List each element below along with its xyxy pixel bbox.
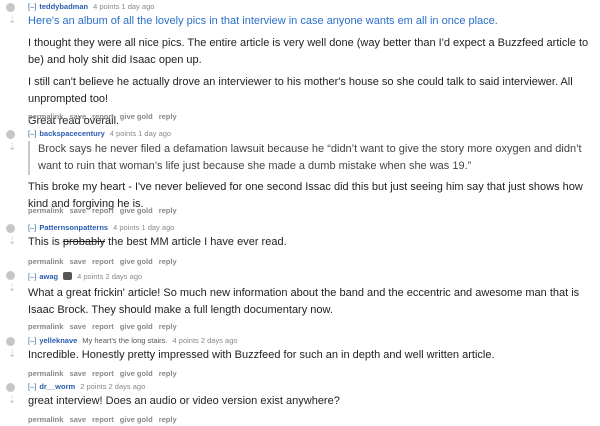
comment-paragraph: I thought they were all nice pics. The e… [28, 37, 589, 66]
vote-arrows[interactable]: ⇣ [6, 271, 18, 294]
report-button[interactable]: report [92, 112, 114, 121]
upvote-icon[interactable] [6, 337, 15, 346]
downvote-icon[interactable]: ⇣ [8, 237, 16, 247]
upvote-icon[interactable] [6, 383, 15, 392]
collapse-toggle[interactable]: [–] [28, 129, 36, 138]
report-button[interactable]: report [92, 257, 114, 266]
downvote-icon[interactable]: ⇣ [8, 284, 16, 294]
comment-paragraph: What a great frickin' article! So much n… [28, 287, 580, 316]
collapse-toggle[interactable]: [–] [28, 272, 36, 281]
collapse-toggle[interactable]: [–] [28, 2, 36, 11]
comment-meta: 4 points 1 day ago [93, 2, 155, 11]
report-button[interactable]: report [92, 322, 114, 331]
comment-tagline: [–] dr__worm 2 points 2 days ago [28, 382, 145, 392]
upvote-icon[interactable] [6, 224, 15, 233]
give-gold-button[interactable]: give gold [120, 112, 153, 121]
comment-body: Incredible. Honestly pretty impressed wi… [28, 347, 596, 364]
upvote-icon[interactable] [6, 130, 15, 139]
upvote-icon[interactable] [6, 271, 15, 280]
collapse-toggle[interactable]: [–] [28, 382, 36, 391]
comment-tagline: [–] teddybadman 4 points 1 day ago [28, 2, 154, 12]
reply-button[interactable]: reply [159, 206, 177, 215]
comment-tagline: [–] backspacecentury 4 points 1 day ago [28, 129, 171, 139]
comment-tagline: [–] Patternsonpatterns 4 points 1 day ago [28, 223, 174, 233]
comment-meta: 2 points 2 days ago [80, 382, 146, 391]
reply-button[interactable]: reply [159, 112, 177, 121]
comment-buttons: permalink save report give gold reply [28, 369, 183, 379]
comment-paragraph: Incredible. Honestly pretty impressed wi… [28, 349, 495, 361]
permalink-button[interactable]: permalink [28, 206, 63, 215]
give-gold-button[interactable]: give gold [120, 257, 153, 266]
downvote-icon[interactable]: ⇣ [8, 350, 16, 360]
comment-paragraph: This is probably the best MM article I h… [28, 236, 287, 248]
author-link[interactable]: awag [39, 272, 58, 281]
comment-buttons: permalink save report give gold reply [28, 206, 183, 216]
reply-button[interactable]: reply [159, 322, 177, 331]
report-button[interactable]: report [92, 369, 114, 378]
permalink-button[interactable]: permalink [28, 257, 63, 266]
save-button[interactable]: save [69, 415, 86, 424]
comment-meta: 4 points 1 day ago [109, 129, 172, 138]
comment-body: great interview! Does an audio or video … [28, 393, 596, 410]
report-button[interactable]: report [92, 415, 114, 424]
comment-body: What a great frickin' article! So much n… [28, 285, 596, 319]
report-button[interactable]: report [92, 206, 114, 215]
upvote-icon[interactable] [6, 3, 15, 12]
comment-paragraph: I still can't believe he actually drove … [28, 76, 573, 105]
comment-body: Brock says he never filed a defamation l… [28, 141, 596, 213]
downvote-icon[interactable]: ⇣ [8, 16, 16, 26]
author-link[interactable]: Patternsonpatterns [39, 223, 108, 232]
collapse-toggle[interactable]: [–] [28, 223, 36, 232]
author-link[interactable]: dr__worm [39, 382, 75, 391]
vote-arrows[interactable]: ⇣ [6, 224, 18, 247]
author-link[interactable]: yelleknave [39, 336, 77, 345]
comment-tagline: [–] awag 4 points 2 days ago [28, 272, 142, 282]
save-button[interactable]: save [69, 322, 86, 331]
permalink-button[interactable]: permalink [28, 322, 63, 331]
give-gold-button[interactable]: give gold [120, 369, 153, 378]
blockquote: Brock says he never filed a defamation l… [28, 141, 596, 175]
vote-arrows[interactable]: ⇣ [6, 3, 18, 26]
give-gold-button[interactable]: give gold [120, 415, 153, 424]
comment-buttons: permalink save report give gold reply [28, 322, 183, 332]
collapse-toggle[interactable]: [–] [28, 336, 36, 345]
save-button[interactable]: save [69, 257, 86, 266]
comment-meta: 4 points 2 days ago [77, 272, 143, 281]
save-button[interactable]: save [69, 112, 86, 121]
user-flair: My heart's the long stairs. [82, 336, 168, 345]
give-gold-button[interactable]: give gold [120, 322, 153, 331]
comment-meta: 4 points 1 day ago [113, 223, 175, 232]
comment-body: This is probably the best MM article I h… [28, 234, 596, 251]
user-flair-icon [63, 272, 73, 280]
vote-arrows[interactable]: ⇣ [6, 130, 18, 153]
comment-buttons: permalink save report give gold reply [28, 112, 183, 122]
comment-paragraph: great interview! Does an audio or video … [28, 395, 340, 407]
comment-meta: 4 points 2 days ago [172, 336, 238, 345]
permalink-button[interactable]: permalink [28, 415, 63, 424]
downvote-icon[interactable]: ⇣ [8, 143, 16, 153]
give-gold-button[interactable]: give gold [120, 206, 153, 215]
reply-button[interactable]: reply [159, 257, 177, 266]
vote-arrows[interactable]: ⇣ [6, 383, 18, 406]
vote-arrows[interactable]: ⇣ [6, 337, 18, 360]
downvote-icon[interactable]: ⇣ [8, 396, 16, 406]
author-link[interactable]: backspacecentury [39, 129, 104, 138]
comment-tagline: [–] yelleknave My heart's the long stairs.… [28, 336, 238, 346]
comment-buttons: permalink save report give gold reply [28, 415, 183, 425]
reply-button[interactable]: reply [159, 369, 177, 378]
strikethrough-text: probably [62, 236, 106, 248]
permalink-button[interactable]: permalink [28, 369, 63, 378]
album-link[interactable]: Here's an album of all the lovely pics i… [28, 15, 498, 27]
save-button[interactable]: save [69, 206, 86, 215]
comment-buttons: permalink save report give gold reply [28, 257, 183, 267]
reply-button[interactable]: reply [159, 415, 177, 424]
author-link[interactable]: teddybadman [39, 2, 88, 11]
permalink-button[interactable]: permalink [28, 112, 63, 121]
save-button[interactable]: save [69, 369, 86, 378]
